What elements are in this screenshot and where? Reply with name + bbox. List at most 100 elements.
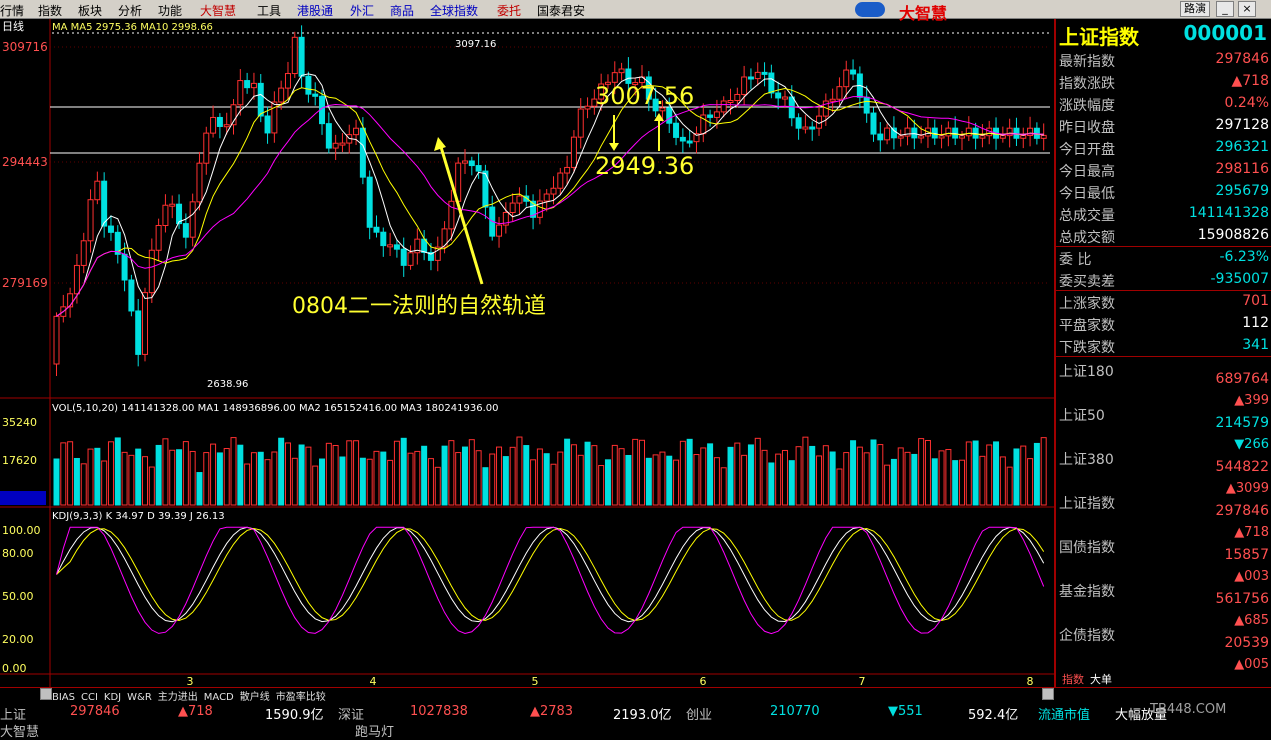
index-row[interactable]: 上证180 689764 ▲399: [1056, 359, 1271, 408]
menu-item-11[interactable]: 委托: [497, 2, 521, 19]
volume-bar: [679, 440, 686, 506]
menu-item-1[interactable]: 指数: [38, 2, 62, 19]
indicator-tab-3[interactable]: W&R: [127, 692, 152, 703]
volume-bar: [380, 451, 387, 506]
index-value: 297846: [1215, 503, 1269, 519]
volume-bar: [162, 438, 169, 506]
volume-bar: [359, 457, 366, 506]
indicator-tab-5[interactable]: MACD: [204, 692, 234, 703]
candle-body: [611, 72, 618, 83]
minimize-icon[interactable]: _: [1216, 1, 1234, 17]
candle-body: [788, 96, 795, 119]
menu-item-6[interactable]: 工具: [257, 2, 281, 19]
indicator-tab-6[interactable]: 散户线: [240, 692, 270, 703]
quote-row: 委 比 -6.23%: [1056, 247, 1271, 269]
volume-bar: [843, 452, 850, 506]
kline-chart[interactable]: 日线 MA MA5 2975.36 MA10 2998.66 309716 29444…: [0, 19, 1055, 688]
index-row[interactable]: 国债指数 15857 ▲003: [1056, 535, 1271, 584]
scroll-right-icon[interactable]: [1042, 688, 1054, 700]
index-row[interactable]: 上证50 214579 ▼266: [1056, 403, 1271, 452]
status-sh-change: ▲718: [178, 704, 213, 719]
status-sz-value: 1027838: [410, 704, 468, 719]
kdj-axis-label: 0.00: [2, 662, 27, 675]
menu-item-10[interactable]: 全球指数: [430, 2, 478, 19]
quote-label: 委买卖差: [1059, 274, 1115, 290]
candle-body: [264, 115, 271, 134]
index-row[interactable]: 上证指数 297846 ▲718: [1056, 491, 1271, 540]
volume-bar: [536, 448, 543, 506]
quote-value: 295679: [1215, 183, 1269, 199]
indicator-tab-1[interactable]: CCI: [81, 692, 98, 703]
brand-logo: 大智慧: [855, 0, 995, 23]
quote-row: 最新指数 297846: [1056, 49, 1271, 71]
candle-body: [897, 135, 904, 139]
menu-item-2[interactable]: 板块: [78, 2, 102, 19]
volume-bar: [1040, 437, 1047, 506]
volume-bar: [502, 456, 509, 506]
menu-item-8[interactable]: 外汇: [350, 2, 374, 19]
volume-bar: [148, 466, 155, 506]
volume-bar: [890, 458, 897, 506]
status-sh-amount: 1590.9亿: [265, 708, 324, 723]
status-cy-label: 创业: [686, 708, 713, 723]
candle-body: [543, 193, 550, 202]
quote-label: 今日最低: [1059, 186, 1115, 202]
menu-item-0[interactable]: 行情: [0, 2, 24, 19]
volume-bar: [639, 439, 646, 506]
candle-body: [284, 73, 291, 89]
volume-bar: [979, 455, 986, 506]
quote-value: 701: [1242, 293, 1269, 309]
indicator-tab-2[interactable]: KDJ: [104, 692, 121, 703]
candle-body: [142, 292, 149, 355]
volume-bar: [244, 463, 251, 506]
status-cy-amount: 592.4亿: [968, 708, 1019, 723]
candle-body: [353, 127, 360, 136]
quote-label: 最新指数: [1059, 54, 1115, 70]
volume-bar: [986, 444, 993, 506]
volume-bar: [884, 464, 891, 506]
volume-bar: [407, 452, 414, 506]
volume-bar: [468, 439, 475, 506]
panel-tab-1[interactable]: 大单: [1090, 673, 1112, 686]
quote-label: 今日开盘: [1059, 142, 1115, 158]
close-icon[interactable]: ×: [1238, 1, 1256, 17]
menu-item-3[interactable]: 分析: [118, 2, 142, 19]
indicator-tab-4[interactable]: 主力进出: [158, 692, 198, 703]
quote-row: 涨跌幅度 0.24%: [1056, 93, 1271, 115]
index-row[interactable]: 上证380 544822 ▲3099: [1056, 447, 1271, 496]
candle-body: [768, 72, 775, 94]
quote-row: 昨日收盘 297128: [1056, 115, 1271, 137]
volume-unit-bg: [0, 491, 46, 505]
menu-item-7[interactable]: 港股通: [297, 2, 333, 19]
quote-value: 297128: [1215, 117, 1269, 133]
volume-bar: [319, 458, 326, 506]
volume-bar: [877, 444, 884, 506]
quote-value: -6.23%: [1219, 249, 1269, 265]
indicator-tab-7[interactable]: 市盈率比较: [276, 692, 326, 703]
panel-tab-0[interactable]: 指数: [1062, 673, 1084, 686]
candle-body: [291, 36, 298, 75]
scroll-left-icon[interactable]: [40, 688, 52, 700]
candle-body: [761, 71, 768, 75]
volume-bar: [67, 441, 74, 506]
roadshow-button[interactable]: 路演: [1180, 1, 1210, 17]
index-row[interactable]: 企债指数 20539 ▲005: [1056, 623, 1271, 672]
quote-label: 上涨家数: [1059, 296, 1115, 312]
price-axis-label: 279169: [2, 276, 48, 290]
indicator-tab-0[interactable]: BIAS: [52, 692, 75, 703]
menu-item-5[interactable]: 大智慧: [200, 2, 236, 19]
menu-item-9[interactable]: 商品: [390, 2, 414, 19]
volume-bar: [291, 457, 298, 506]
chart-area[interactable]: 日线 MA MA5 2975.36 MA10 2998.66 309716 29444…: [0, 19, 1055, 688]
menu-item-4[interactable]: 功能: [158, 2, 182, 19]
candle-body: [720, 100, 727, 113]
index-row[interactable]: 基金指数 561756 ▲685: [1056, 579, 1271, 628]
volume-bar: [666, 455, 673, 506]
menu-item-12[interactable]: 国泰君安: [537, 2, 585, 19]
volume-bar: [169, 449, 176, 506]
candle-body: [577, 108, 584, 138]
index-label: 企债指数: [1059, 628, 1115, 644]
status-cy-change: ▼551: [888, 704, 923, 719]
channel-value-bottom: 2949.36: [595, 152, 694, 180]
volume-bar: [713, 457, 720, 506]
